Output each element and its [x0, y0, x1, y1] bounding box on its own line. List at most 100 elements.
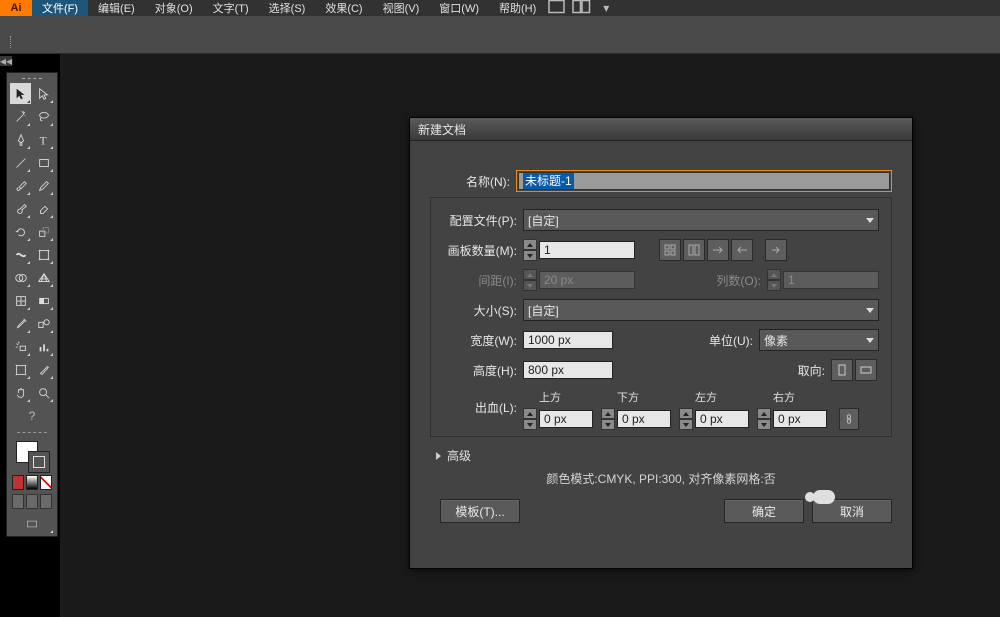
tool-magic-wand[interactable] [10, 106, 31, 127]
tool-symbol-sprayer[interactable] [10, 336, 31, 357]
bleed-top-stepper[interactable] [523, 408, 537, 430]
menu-effect[interactable]: 效果(C) [315, 0, 372, 16]
tool-line[interactable] [10, 152, 31, 173]
drawmode-behind[interactable] [26, 494, 38, 509]
panels-collapse[interactable]: ◀◀ [0, 56, 12, 66]
svg-text:T: T [39, 135, 46, 147]
height-field[interactable] [523, 361, 613, 379]
drawmode-normal[interactable] [12, 494, 24, 509]
width-label: 宽度(W): [443, 332, 523, 349]
tool-paintbrush[interactable] [10, 175, 31, 196]
menu-file[interactable]: 文件(F) [32, 0, 88, 16]
swatch-color[interactable] [12, 475, 24, 490]
profile-select[interactable]: [自定] [523, 209, 879, 231]
new-document-dialog: 新建文档 名称(N): 未标题-1 配置文件(P): [自定] 画板数量(M): [409, 117, 913, 569]
tool-rectangle[interactable] [33, 152, 54, 173]
tool-zoom[interactable] [33, 382, 54, 403]
orientation-landscape-icon[interactable] [855, 359, 877, 381]
toolbox: T ? [6, 72, 58, 537]
bleed-bottom-stepper[interactable] [601, 408, 615, 430]
app-logo: Ai [0, 0, 32, 16]
drawmode-inside[interactable] [40, 494, 52, 509]
bleed-right-field[interactable] [773, 410, 827, 428]
tool-eyedropper[interactable] [10, 313, 31, 334]
grid-by-row-icon[interactable] [659, 239, 681, 261]
spacing-field [539, 271, 635, 289]
toolbox-tearoff[interactable] [10, 428, 54, 436]
grid-by-col-icon[interactable] [683, 239, 705, 261]
tool-gradient[interactable] [33, 290, 54, 311]
mode-summary: 颜色模式:CMYK, PPI:300, 对齐像素网格:否 [430, 470, 892, 487]
menu-object[interactable]: 对象(O) [145, 0, 203, 16]
tool-perspective-grid[interactable] [33, 267, 54, 288]
tool-selection[interactable] [10, 83, 31, 104]
settings-group: 配置文件(P): [自定] 画板数量(M): 间距(I): [430, 197, 892, 437]
name-field[interactable]: 未标题-1 [518, 172, 890, 190]
profile-label: 配置文件(P): [443, 212, 523, 229]
tool-lasso[interactable] [33, 106, 54, 127]
bleed-bottom-field[interactable] [617, 410, 671, 428]
tool-rotate[interactable] [10, 221, 31, 242]
name-field-wrap: 未标题-1 [516, 170, 892, 192]
advanced-disclosure[interactable]: 高级 [436, 447, 892, 464]
bleed-top-label: 上方 [539, 389, 561, 405]
artboards-field[interactable] [539, 241, 635, 259]
tool-artboard[interactable] [10, 359, 31, 380]
swatch-gradient[interactable] [26, 475, 38, 490]
spacing-stepper [523, 269, 537, 291]
bleed-link-icon[interactable] [839, 408, 859, 430]
menubar-arrange-icon[interactable] [570, 0, 594, 16]
name-label: 名称(N): [430, 173, 516, 190]
tool-scale[interactable] [33, 221, 54, 242]
menu-select[interactable]: 选择(S) [259, 0, 316, 16]
tool-direct-selection[interactable] [33, 83, 54, 104]
bleed-left-field[interactable] [695, 410, 749, 428]
swatch-none[interactable] [40, 475, 52, 490]
tool-blob-brush[interactable] [10, 198, 31, 219]
tool-mesh[interactable] [10, 290, 31, 311]
tool-blend[interactable] [33, 313, 54, 334]
tool-help[interactable]: ? [10, 405, 54, 426]
templates-button[interactable]: 模板(T)... [440, 499, 520, 523]
bleed-top-field[interactable] [539, 410, 593, 428]
menu-window[interactable]: 窗口(W) [429, 0, 489, 16]
artboards-stepper[interactable] [523, 239, 537, 261]
bleed-left-label: 左方 [695, 389, 717, 405]
control-bar [0, 16, 1000, 54]
tool-slice[interactable] [33, 359, 54, 380]
tool-shape-builder[interactable] [10, 267, 31, 288]
menu-view[interactable]: 视图(V) [373, 0, 430, 16]
row-rtl-icon[interactable] [731, 239, 753, 261]
tool-column-graph[interactable] [33, 336, 54, 357]
ok-button[interactable]: 确定 [724, 499, 804, 523]
stroke-color[interactable] [28, 451, 50, 473]
tool-pen[interactable] [10, 129, 31, 150]
menu-type[interactable]: 文字(T) [203, 0, 259, 16]
menu-edit[interactable]: 编辑(E) [88, 0, 145, 16]
fill-stroke-swatch[interactable] [10, 439, 54, 471]
row-ltr-icon[interactable] [707, 239, 729, 261]
units-select[interactable]: 像素 [759, 329, 879, 351]
orientation-portrait-icon[interactable] [831, 359, 853, 381]
tool-width[interactable] [10, 244, 31, 265]
bleed-right-stepper[interactable] [757, 408, 771, 430]
tool-eraser[interactable] [33, 198, 54, 219]
menubar-dropdown-icon[interactable]: ▾ [594, 0, 618, 16]
control-bar-grip[interactable] [4, 36, 11, 48]
toolbox-handle[interactable] [10, 76, 54, 80]
arrange-custom-icon[interactable] [765, 239, 787, 261]
cancel-button[interactable]: 取消 [812, 499, 892, 523]
dialog-title[interactable]: 新建文档 [410, 118, 912, 141]
tool-pencil[interactable] [33, 175, 54, 196]
bleed-left-stepper[interactable] [679, 408, 693, 430]
bleed-label: 出血(L): [443, 399, 523, 418]
tool-free-transform[interactable] [33, 244, 54, 265]
size-select[interactable]: [自定] [523, 299, 879, 321]
tool-hand[interactable] [10, 382, 31, 403]
tool-type[interactable]: T [33, 129, 54, 150]
menubar-search-icon[interactable] [546, 0, 570, 16]
screen-mode[interactable] [10, 513, 54, 534]
columns-field [783, 271, 879, 289]
menu-help[interactable]: 帮助(H) [489, 0, 546, 16]
width-field[interactable] [523, 331, 613, 349]
